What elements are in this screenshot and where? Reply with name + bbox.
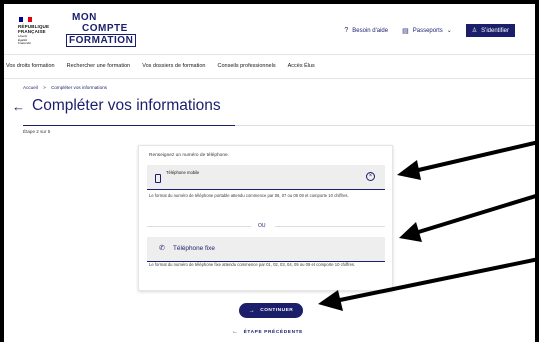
nav-item-dossiers[interactable]: Vos dossiers de formation <box>142 63 205 69</box>
motto: Liberté Égalité Fraternité <box>18 34 31 45</box>
browser-viewport: RÉPUBLIQUE FRANÇAISE Liberté Égalité Fra… <box>4 4 535 342</box>
help-link[interactable]: ? Besoin d'aide <box>344 27 388 34</box>
site-logo[interactable]: MON COMPTE FORMATION <box>66 12 137 47</box>
user-icon: ♙ <box>471 28 478 34</box>
form-instruction: Renseignez un numéro de téléphone. <box>149 153 230 158</box>
landline-phone-hint: Le format du numéro de téléphone fixe at… <box>149 262 356 267</box>
step-indicator: Étape 2 sur 5 <box>23 129 51 134</box>
french-flag-icon <box>19 17 32 22</box>
question-icon: ? <box>344 27 349 34</box>
progress-bar-empty <box>235 125 535 126</box>
breadcrumb-current: Compléter vos informations <box>51 85 107 90</box>
back-arrow-icon[interactable]: ← <box>12 99 25 114</box>
breadcrumb: Accueil > Compléter vos informations <box>23 85 107 90</box>
arrow-left-icon: ← <box>232 329 239 335</box>
chevron-down-icon: ⌄ <box>446 28 452 34</box>
phone-form-card: Renseignez un numéro de téléphone. Télép… <box>138 145 393 291</box>
breadcrumb-home[interactable]: Accueil <box>23 85 38 90</box>
nav-item-droits[interactable]: Vos droits formation <box>6 63 55 69</box>
landline-phone-label: Téléphone fixe <box>173 245 215 252</box>
nav-item-conseils[interactable]: Conseils professionnels <box>218 63 276 69</box>
landline-phone-field[interactable]: ✆ Téléphone fixe <box>147 237 385 262</box>
or-separator: OU <box>147 223 385 229</box>
mobile-phone-field[interactable]: Téléphone mobile × <box>147 165 385 190</box>
previous-step-button[interactable]: ← ÉTAPE PRÉCÉDENTE <box>232 329 303 335</box>
document-icon: ▤ <box>402 27 409 35</box>
passports-menu[interactable]: ▤ Passeports ⌄ <box>402 27 452 35</box>
progress-bar-filled <box>23 125 235 126</box>
mobile-phone-hint: Le format du numéro de téléphone portabl… <box>149 193 349 198</box>
republique-francaise-label: RÉPUBLIQUE FRANÇAISE <box>18 24 50 34</box>
nav-item-rechercher[interactable]: Rechercher une formation <box>67 63 131 69</box>
clear-icon[interactable]: × <box>366 172 375 181</box>
main-nav: Vos droits formation Rechercher une form… <box>4 54 535 79</box>
continue-button[interactable]: → CONTINUER <box>239 303 303 318</box>
arrow-right-icon: → <box>248 307 256 314</box>
nav-item-elus[interactable]: Accès Élus <box>288 63 315 69</box>
mobile-phone-icon <box>155 174 161 183</box>
site-header: RÉPUBLIQUE FRANÇAISE Liberté Égalité Fra… <box>4 4 535 55</box>
mobile-phone-label: Téléphone mobile <box>166 170 200 175</box>
page-title: ← Compléter vos informations <box>12 97 221 114</box>
login-button[interactable]: ♙ S'identifier <box>465 24 515 37</box>
phone-handset-icon: ✆ <box>159 245 165 252</box>
